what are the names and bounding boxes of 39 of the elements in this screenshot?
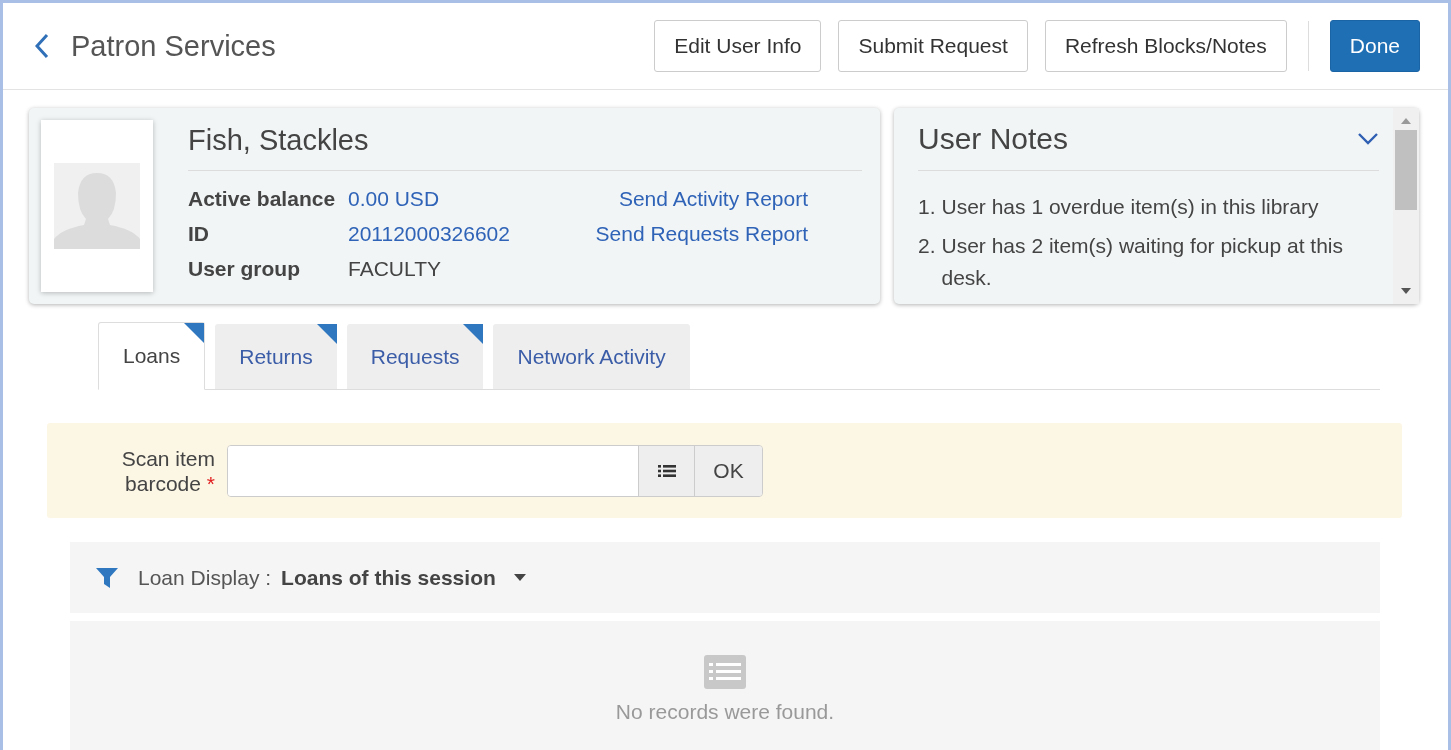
empty-message: No records were found.: [615, 700, 835, 724]
notes-title: User Notes: [918, 122, 1069, 156]
header-button[interactable]: Submit Request: [838, 20, 1028, 72]
tab[interactable]: Requests: [346, 324, 484, 389]
page-title: Patron Services: [71, 29, 277, 63]
header-button[interactable]: Edit User Info: [654, 20, 822, 72]
back-icon[interactable]: [35, 33, 49, 59]
field-link[interactable]: 20112000326602: [348, 222, 510, 246]
field-link[interactable]: 0.00 USD: [348, 187, 510, 211]
report-link[interactable]: Send Activity Report: [618, 187, 808, 211]
loan-display-label: Loan Display :: [138, 565, 272, 590]
note-number: 2.: [918, 233, 936, 259]
field-value: FACULTY: [348, 257, 442, 281]
avatar-silhouette-icon: [54, 163, 140, 249]
loan-display-dropdown[interactable]: Loans of this session: [281, 565, 496, 590]
scroll-thumb[interactable]: [1395, 130, 1417, 210]
corner-flag-icon: [463, 324, 484, 344]
scroll-down-icon[interactable]: [1401, 288, 1411, 294]
note-text: User has 2 item(s) waiting for pickup at this desk.: [941, 233, 1344, 291]
patron-name: Fish, Stackles: [188, 120, 862, 171]
field-label: Active balance: [188, 187, 337, 211]
tab[interactable]: Returns: [215, 324, 337, 389]
list-icon: [703, 654, 747, 690]
filter-icon[interactable]: [96, 567, 118, 588]
field-label: Scan item barcode *: [120, 445, 216, 496]
tab[interactable]: Network Activity: [493, 324, 690, 389]
scrollbar[interactable]: [1393, 108, 1419, 304]
header-button[interactable]: Refresh Blocks/Notes: [1044, 20, 1287, 72]
field-label: ID: [188, 222, 210, 246]
tab[interactable]: Loans: [98, 322, 206, 390]
done-button[interactable]: Done: [1329, 20, 1420, 72]
field-label: User group: [188, 257, 301, 281]
corner-flag-icon: [316, 324, 337, 344]
chevron-icon[interactable]: [1357, 132, 1379, 146]
note-number: 1.: [918, 194, 936, 220]
corner-flag-icon: [184, 323, 205, 343]
report-link[interactable]: Send Requests Report: [595, 222, 808, 246]
caret-icon[interactable]: [513, 574, 526, 581]
note-text: User has 1 overdue item(s) in this library: [941, 194, 1319, 220]
